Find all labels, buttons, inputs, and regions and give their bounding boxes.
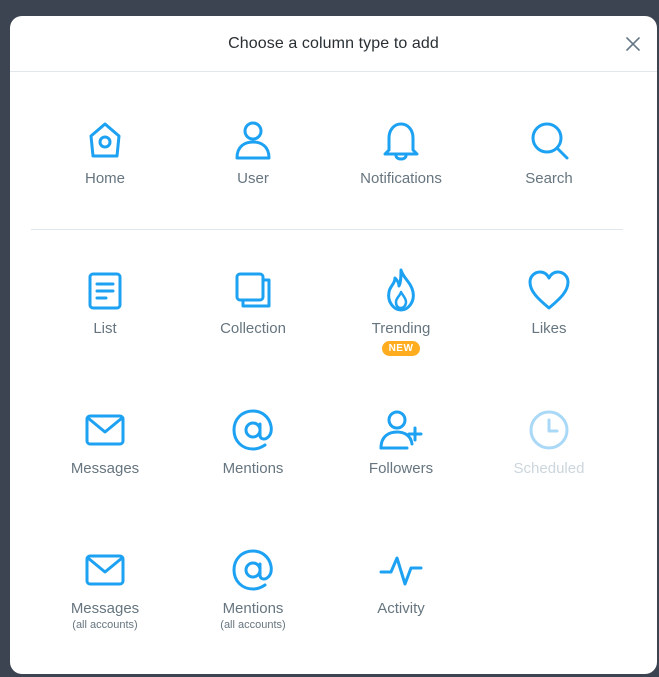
search-icon	[525, 116, 573, 164]
column-type-user[interactable]: User	[179, 116, 327, 216]
column-type-label: Mentions	[222, 600, 284, 617]
column-type-label: Collection	[220, 320, 286, 337]
column-type-label: User	[237, 170, 269, 187]
home-icon	[81, 116, 129, 164]
column-type-label: Likes	[531, 320, 567, 337]
column-type-label: Home	[84, 170, 125, 187]
column-types-row-3: Messages Mentions Followers Scheduled	[31, 406, 623, 506]
column-type-messages[interactable]: Messages	[31, 406, 179, 506]
clock-icon	[525, 406, 573, 454]
column-type-trending[interactable]: Trending NEW	[327, 266, 475, 366]
column-type-label: Mentions	[222, 460, 284, 477]
column-types-row-2: List Collection Trending NEW Likes	[31, 266, 623, 366]
column-type-messages-all-accounts[interactable]: Messages (all accounts)	[31, 546, 179, 646]
add-user-icon	[377, 406, 425, 454]
column-type-activity[interactable]: Activity	[327, 546, 475, 646]
column-type-likes[interactable]: Likes	[475, 266, 623, 366]
primary-column-types: Home User Notifications Search	[31, 116, 623, 216]
column-type-mentions-all-accounts[interactable]: Mentions (all accounts)	[179, 546, 327, 646]
close-button[interactable]	[623, 34, 643, 54]
column-type-label: Trending	[371, 320, 431, 337]
list-icon	[81, 266, 129, 314]
column-type-home[interactable]: Home	[31, 116, 179, 216]
heart-icon	[525, 266, 573, 314]
column-type-list[interactable]: List	[31, 266, 179, 366]
collection-icon	[229, 266, 277, 314]
at-icon	[229, 546, 277, 594]
close-icon	[626, 37, 640, 51]
column-type-label: Messages	[70, 460, 140, 477]
column-type-mentions[interactable]: Mentions	[179, 406, 327, 506]
column-type-label: Followers	[368, 460, 434, 477]
section-divider	[31, 229, 623, 230]
column-type-label: Activity	[377, 600, 425, 617]
add-column-modal: Choose a column type to add Home User No…	[10, 16, 657, 674]
column-type-label: List	[93, 320, 117, 337]
user-icon	[229, 116, 277, 164]
column-type-scheduled: Scheduled	[475, 406, 623, 506]
new-badge: NEW	[381, 341, 421, 356]
modal-title: Choose a column type to add	[228, 34, 439, 52]
column-type-followers[interactable]: Followers	[327, 406, 475, 506]
envelope-icon	[81, 546, 129, 594]
column-type-label: Notifications	[360, 170, 442, 187]
at-icon	[229, 406, 277, 454]
column-type-sublabel: (all accounts)	[220, 619, 286, 631]
flame-icon	[377, 266, 425, 314]
column-type-label: Scheduled	[513, 460, 585, 477]
bell-icon	[377, 116, 425, 164]
activity-icon	[377, 546, 425, 594]
column-type-label: Search	[525, 170, 573, 187]
column-types-row-4: Messages (all accounts) Mentions (all ac…	[31, 546, 623, 646]
envelope-icon	[81, 406, 129, 454]
modal-header: Choose a column type to add	[10, 16, 657, 72]
empty-slot	[475, 546, 623, 646]
column-type-collection[interactable]: Collection	[179, 266, 327, 366]
column-type-search[interactable]: Search	[475, 116, 623, 216]
column-type-sublabel: (all accounts)	[72, 619, 138, 631]
column-type-notifications[interactable]: Notifications	[327, 116, 475, 216]
column-type-label: Messages	[70, 600, 140, 617]
